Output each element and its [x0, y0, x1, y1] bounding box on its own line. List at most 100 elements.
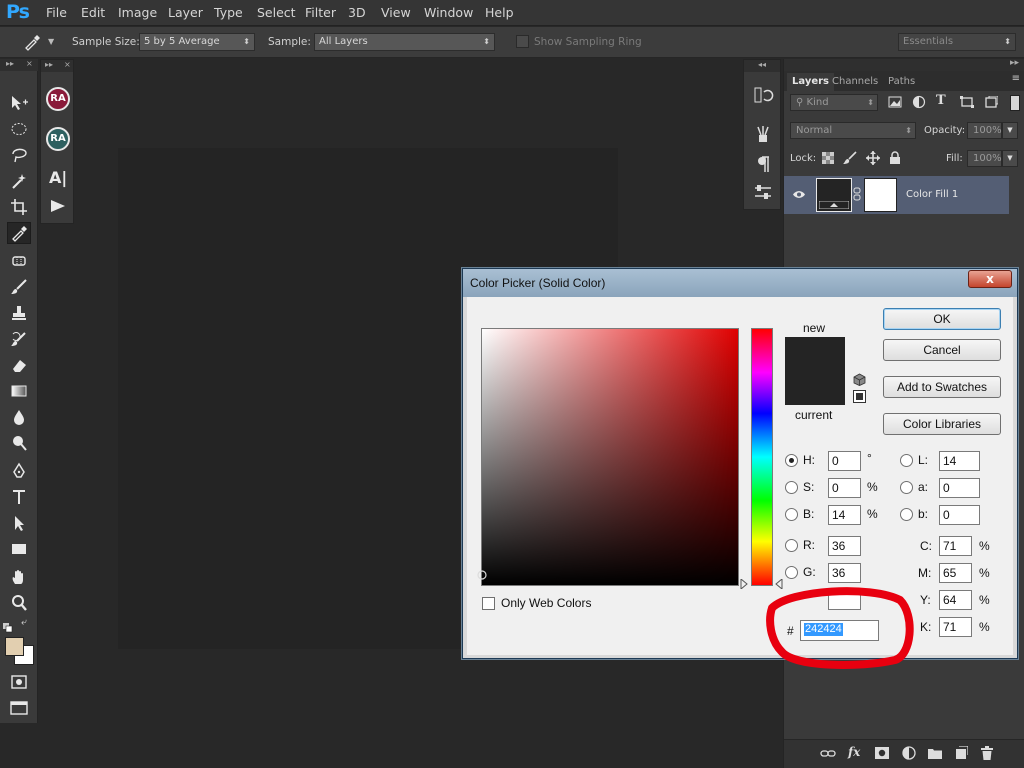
blue-input-obscured[interactable] — [828, 590, 861, 610]
character-panel-icon[interactable]: A| — [49, 168, 67, 187]
fill-layer-thumbnail[interactable] — [816, 178, 852, 212]
out-of-gamut-cube-icon[interactable] — [853, 373, 866, 386]
r-radio[interactable] — [785, 539, 798, 552]
dialog-titlebar[interactable]: Color Picker (Solid Color) x — [463, 269, 1017, 297]
delete-layer-icon[interactable] — [981, 746, 993, 760]
play-icon[interactable] — [50, 198, 66, 217]
h-input[interactable]: 0 — [828, 451, 861, 471]
blur-tool-icon[interactable] — [7, 406, 31, 428]
new-group-icon[interactable] — [928, 747, 942, 759]
close-icon[interactable]: × — [26, 59, 33, 68]
screen-mode-icon[interactable] — [7, 697, 31, 719]
filter-toggle-switch[interactable] — [1010, 95, 1020, 111]
l-input[interactable]: 14 — [939, 451, 980, 471]
adjustments-icon[interactable] — [752, 181, 774, 203]
visibility-eye-icon[interactable] — [793, 190, 805, 199]
hand-tool-icon[interactable] — [7, 566, 31, 588]
menu-type[interactable]: Type — [214, 5, 243, 20]
smart-object-filter-icon[interactable] — [984, 96, 998, 108]
eraser-tool-icon[interactable] — [7, 354, 31, 376]
sample-size-select[interactable]: 5 by 5 Average ⬍ — [139, 33, 255, 51]
filter-kind-select[interactable]: ⚲ Kind ⬍ — [790, 94, 878, 111]
show-sampling-ring-checkbox[interactable] — [516, 35, 529, 48]
a-input[interactable]: 0 — [939, 478, 980, 498]
dodge-tool-icon[interactable] — [7, 432, 31, 454]
move-tool-icon[interactable] — [7, 92, 31, 114]
close-icon[interactable]: × — [64, 60, 71, 69]
history-brush-tool-icon[interactable] — [7, 328, 31, 350]
default-colors-icon[interactable] — [3, 618, 13, 633]
s-input[interactable]: 0 — [828, 478, 861, 498]
b-brightness-radio[interactable] — [785, 508, 798, 521]
menu-select[interactable]: Select — [257, 5, 296, 20]
magic-wand-tool-icon[interactable] — [7, 170, 31, 192]
type-tool-icon[interactable] — [7, 486, 31, 508]
collapse-icon[interactable]: ▸▸ — [1010, 58, 1019, 68]
h-radio[interactable] — [785, 454, 798, 467]
lock-image-pixels-icon[interactable] — [843, 151, 857, 165]
brush-presets-icon[interactable] — [752, 123, 774, 145]
shape-layer-filter-icon[interactable] — [960, 96, 974, 108]
adjustment-layer-filter-icon[interactable] — [912, 95, 926, 109]
l-radio[interactable] — [900, 454, 913, 467]
new-layer-icon[interactable] — [954, 746, 968, 760]
g-radio[interactable] — [785, 566, 798, 579]
workspace-select[interactable]: Essentials ⬍ — [898, 33, 1016, 51]
crop-tool-icon[interactable] — [7, 196, 31, 218]
opacity-dropdown-icon[interactable]: ▼ — [1002, 122, 1018, 139]
paragraph-panel-icon[interactable] — [752, 153, 774, 175]
eyedropper-tool-icon[interactable] — [7, 222, 31, 244]
close-button[interactable]: x — [968, 270, 1012, 288]
menu-3d[interactable]: 3D — [348, 5, 366, 20]
type-layer-filter-icon[interactable]: T — [936, 93, 946, 108]
add-to-swatches-button[interactable]: Add to Swatches — [883, 376, 1001, 398]
hue-slider-left-arrow[interactable] — [740, 579, 748, 589]
gradient-tool-icon[interactable] — [7, 380, 31, 402]
tab-channels[interactable]: Channels — [827, 73, 883, 91]
lock-all-icon[interactable] — [889, 151, 901, 165]
ok-button[interactable]: OK — [883, 308, 1001, 330]
menu-filter[interactable]: Filter — [305, 5, 336, 20]
fx-icon[interactable]: fx — [848, 745, 860, 759]
new-adjustment-layer-icon[interactable] — [902, 746, 916, 760]
menu-help[interactable]: Help — [485, 5, 514, 20]
panel-menu-icon[interactable]: ≡ — [1012, 73, 1020, 84]
zoom-tool-icon[interactable] — [7, 592, 31, 614]
lasso-tool-icon[interactable] — [7, 144, 31, 166]
link-layers-icon[interactable] — [820, 747, 836, 761]
history-panel-icon[interactable] — [752, 84, 774, 106]
blend-mode-select[interactable]: Normal ⬍ — [790, 122, 916, 139]
avatar[interactable]: RA — [46, 87, 70, 111]
spot-healing-tool-icon[interactable] — [7, 250, 31, 272]
opacity-input[interactable]: 100% — [967, 122, 1002, 139]
b-lab-radio[interactable] — [900, 508, 913, 521]
swap-colors-icon[interactable]: ⤶ — [21, 617, 27, 628]
expand-icon[interactable]: ▸▸ — [6, 59, 14, 68]
tool-preset-arrow-icon[interactable]: ▼ — [48, 37, 54, 46]
hex-input[interactable]: 242424 — [800, 620, 879, 641]
menu-image[interactable]: Image — [118, 5, 157, 20]
path-selection-tool-icon[interactable] — [7, 512, 31, 534]
b-lab-input[interactable]: 0 — [939, 505, 980, 525]
quick-mask-icon[interactable] — [7, 671, 31, 693]
clone-stamp-tool-icon[interactable] — [7, 302, 31, 324]
collapse-icon[interactable]: ◂◂ — [744, 60, 780, 72]
layer-mask-thumbnail[interactable] — [864, 178, 897, 212]
fill-input[interactable]: 100% — [967, 150, 1002, 167]
saturation-brightness-field[interactable] — [481, 328, 739, 586]
color-selection-marker[interactable] — [477, 570, 487, 580]
g-input[interactable]: 36 — [828, 563, 861, 583]
only-web-colors-checkbox[interactable] — [482, 597, 495, 610]
avatar[interactable]: RA — [46, 127, 70, 151]
lock-position-icon[interactable] — [866, 151, 880, 165]
expand-icon[interactable]: ▸▸ — [45, 60, 53, 69]
foreground-color-swatch[interactable] — [5, 637, 24, 656]
eyedropper-tool-icon[interactable] — [22, 33, 44, 51]
link-icon[interactable] — [853, 187, 861, 201]
rectangle-tool-icon[interactable] — [7, 538, 31, 560]
y-input[interactable]: 64 — [939, 590, 972, 610]
s-radio[interactable] — [785, 481, 798, 494]
fill-dropdown-icon[interactable]: ▼ — [1002, 150, 1018, 167]
c-input[interactable]: 71 — [939, 536, 972, 556]
hue-slider[interactable] — [751, 328, 773, 586]
